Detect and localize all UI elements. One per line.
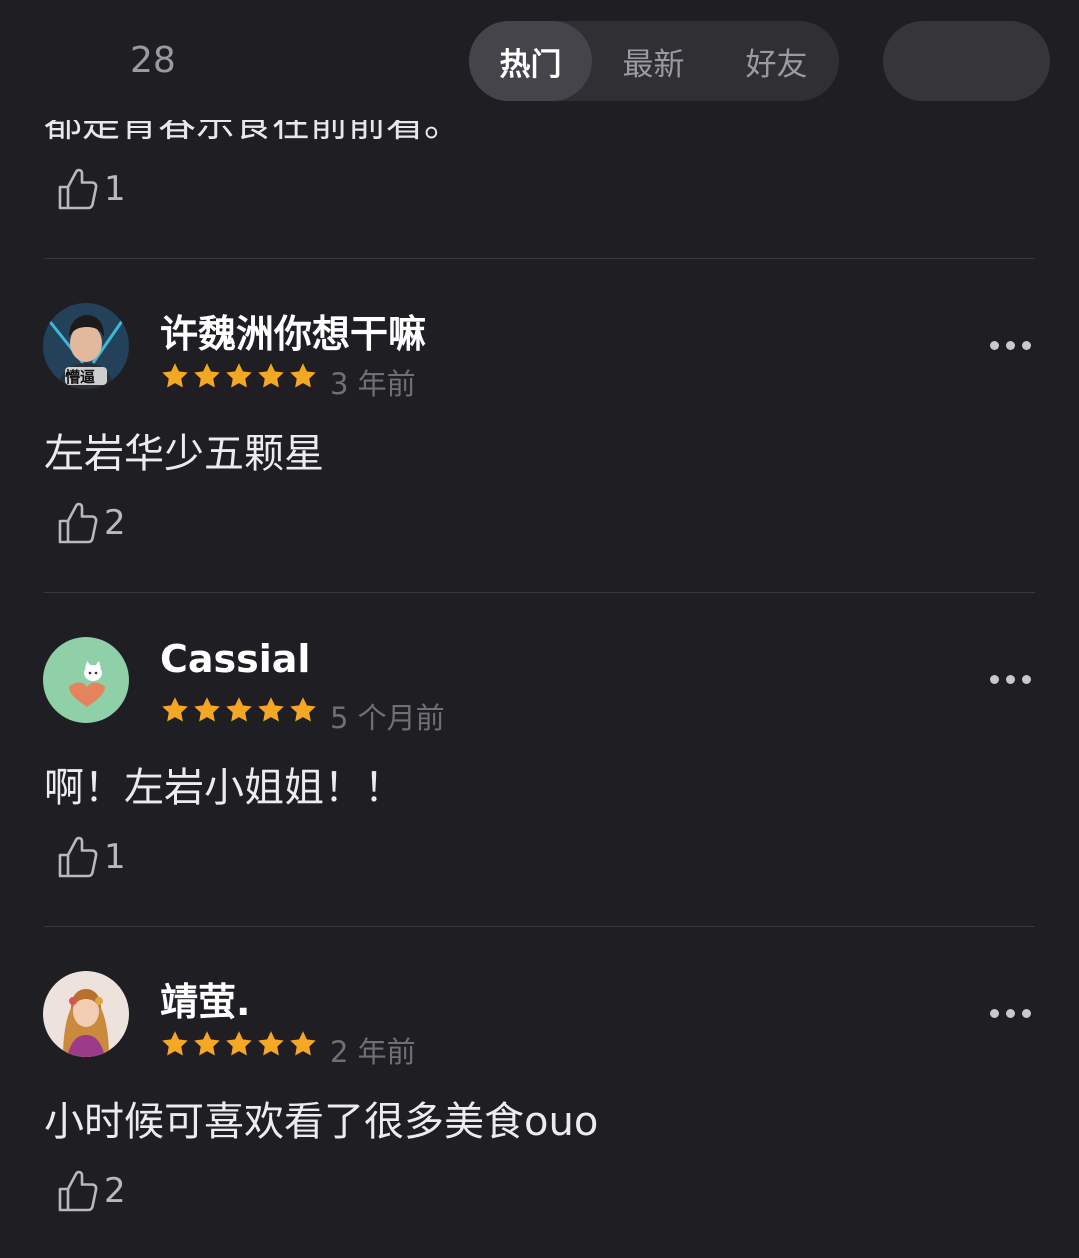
like-count: 1 [104, 169, 126, 209]
star-icon [160, 1029, 190, 1059]
star-icon [192, 1029, 222, 1059]
divider [44, 258, 1035, 259]
comment-text: 小时候可喜欢看了很多美食ouo [44, 1099, 599, 1145]
tab-friends[interactable]: 好友 [715, 21, 838, 101]
thumbs-up-icon [56, 166, 98, 212]
thumbs-up-icon [56, 500, 98, 546]
comment-count: 28 [130, 40, 176, 81]
comment-time: 3 年前 [330, 367, 416, 401]
star-icon [256, 361, 286, 391]
star-icon [192, 695, 222, 725]
comment-time: 5 个月前 [330, 701, 445, 735]
star-icon [288, 361, 318, 391]
like-count: 2 [104, 1171, 126, 1211]
username[interactable]: Cassial [160, 637, 310, 681]
avatar[interactable] [43, 971, 129, 1057]
star-icon [224, 1029, 254, 1059]
more-options-icon[interactable] [990, 675, 1031, 684]
comment-text: 左岩华少五颗星 [44, 431, 324, 477]
username[interactable]: 许魏洲你想干嘛 [160, 303, 426, 358]
avatar[interactable] [43, 637, 129, 723]
star-icon [160, 695, 190, 725]
star-rating [160, 1029, 318, 1059]
username[interactable]: 靖萤. [160, 971, 250, 1026]
like-count: 2 [104, 503, 126, 543]
like-button[interactable]: 1 [56, 834, 126, 880]
star-icon [288, 695, 318, 725]
star-icon [160, 361, 190, 391]
star-rating [160, 361, 318, 391]
avatar-badge: 懵逼 [65, 368, 96, 386]
comments-header: 28 热门 最新 好友 [0, 0, 1079, 120]
like-button[interactable]: 2 [56, 1168, 126, 1214]
star-icon [224, 361, 254, 391]
more-options-icon[interactable] [990, 1009, 1031, 1018]
comment-time: 2 年前 [330, 1035, 416, 1069]
like-button[interactable]: 1 [56, 166, 126, 212]
divider [44, 926, 1035, 927]
thumbs-up-icon [56, 834, 98, 880]
star-rating [160, 695, 318, 725]
like-count: 1 [104, 837, 126, 877]
star-icon [192, 361, 222, 391]
thumbs-up-icon [56, 1168, 98, 1214]
more-options-icon[interactable] [990, 341, 1031, 350]
star-icon [256, 1029, 286, 1059]
star-icon [256, 695, 286, 725]
write-comment-button[interactable] [883, 21, 1050, 101]
avatar[interactable]: 懵逼 [43, 303, 129, 389]
star-icon [224, 695, 254, 725]
like-button[interactable]: 2 [56, 500, 126, 546]
sort-tabs: 热门 最新 好友 [469, 21, 839, 101]
tab-hot[interactable]: 热门 [469, 21, 592, 101]
star-icon [288, 1029, 318, 1059]
divider [44, 592, 1035, 593]
comment-text: 啊！左岩小姐姐！！ [44, 765, 404, 811]
tab-latest[interactable]: 最新 [592, 21, 715, 101]
